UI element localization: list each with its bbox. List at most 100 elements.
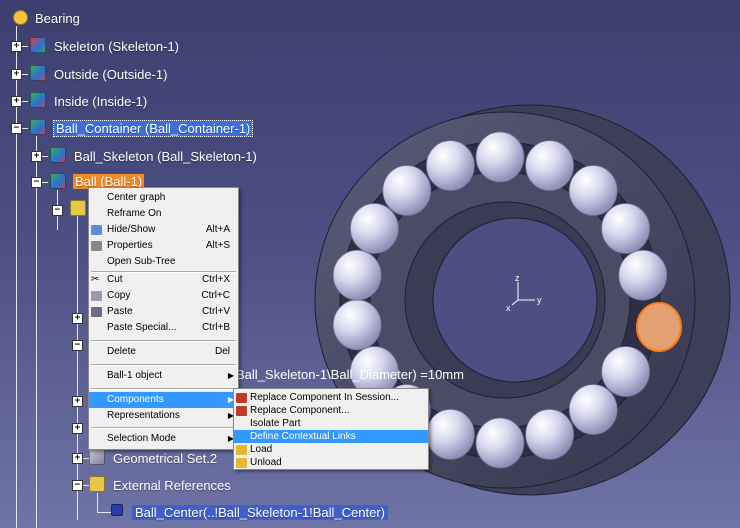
tree-root-bearing[interactable]: Bearing bbox=[35, 11, 80, 26]
menu-shortcut: Ctrl+V bbox=[201, 306, 230, 317]
menu-label: Copy bbox=[107, 290, 131, 301]
external-references-icon[interactable] bbox=[89, 476, 105, 492]
menu-label: Unload bbox=[250, 457, 282, 468]
menu-label: Representations bbox=[107, 410, 180, 421]
load-icon bbox=[236, 445, 247, 455]
product-icon[interactable] bbox=[30, 92, 46, 108]
expand-toggle[interactable]: + bbox=[72, 453, 83, 464]
menu-item-ball-1-object[interactable]: Ball-1 object ▶ bbox=[89, 368, 238, 384]
menu-item-components[interactable]: Components ▶ bbox=[89, 392, 238, 408]
menu-item-copy[interactable]: Copy Ctrl+C bbox=[89, 288, 238, 304]
menu-separator bbox=[91, 340, 236, 342]
bearing-ball[interactable] bbox=[332, 299, 382, 351]
menu-label: Replace Component In Session... bbox=[250, 392, 399, 403]
bearing-ball[interactable] bbox=[475, 417, 525, 469]
tree-item-ball-skeleton[interactable]: Ball_Skeleton (Ball_Skeleton-1) bbox=[74, 149, 257, 164]
3d-viewport[interactable]: z y x Bearing + Skeleton (Skeleton-1) + … bbox=[0, 0, 740, 528]
bearing-ball[interactable] bbox=[525, 408, 574, 460]
bearing-ball[interactable] bbox=[475, 131, 525, 183]
menu-label: Components bbox=[107, 394, 164, 405]
menu-item-isolate-part[interactable]: Isolate Part bbox=[234, 417, 428, 430]
bearing-ball[interactable] bbox=[382, 165, 432, 216]
menu-item-paste-special[interactable]: Paste Special... Ctrl+B bbox=[89, 320, 238, 336]
expand-toggle[interactable]: + bbox=[72, 396, 83, 407]
menu-shortcut: Alt+A bbox=[205, 224, 230, 235]
product-icon[interactable] bbox=[30, 37, 46, 53]
bearing-ball[interactable] bbox=[349, 203, 399, 254]
product-icon[interactable] bbox=[30, 65, 46, 81]
expand-toggle[interactable]: + bbox=[31, 151, 42, 162]
bearing-ball[interactable] bbox=[332, 249, 382, 301]
selected-ball[interactable] bbox=[636, 302, 682, 352]
gear-icon[interactable] bbox=[13, 10, 28, 25]
hide-show-icon bbox=[91, 225, 102, 235]
expand-toggle[interactable]: + bbox=[11, 96, 22, 107]
tree-item-outside[interactable]: Outside (Outside-1) bbox=[54, 67, 167, 82]
product-icon[interactable] bbox=[30, 119, 46, 135]
product-icon[interactable] bbox=[50, 173, 66, 189]
menu-shortcut: Alt+S bbox=[205, 240, 230, 251]
expand-toggle[interactable]: + bbox=[11, 41, 22, 52]
expand-toggle[interactable]: + bbox=[72, 423, 83, 434]
menu-item-reframe-on[interactable]: Reframe On bbox=[89, 206, 238, 222]
collapse-toggle[interactable]: − bbox=[72, 480, 83, 491]
bearing-ball[interactable] bbox=[425, 140, 475, 192]
expand-toggle[interactable]: + bbox=[11, 69, 22, 80]
compass-x-label: x bbox=[506, 303, 511, 313]
collapse-toggle[interactable]: − bbox=[52, 205, 63, 216]
submenu-arrow-icon: ▶ bbox=[227, 371, 234, 380]
collapse-toggle[interactable]: − bbox=[72, 340, 83, 351]
bearing-ball[interactable] bbox=[425, 408, 475, 460]
compass-z-label: z bbox=[515, 273, 520, 283]
tree-item-external-references[interactable]: External References bbox=[113, 478, 231, 493]
point-icon[interactable] bbox=[111, 504, 123, 516]
cut-icon: ✂ bbox=[91, 274, 100, 285]
tree-item-geometrical-set[interactable]: Geometrical Set.2 bbox=[113, 451, 217, 466]
bearing-ball[interactable] bbox=[525, 140, 574, 192]
bearing-ball[interactable] bbox=[618, 249, 668, 301]
menu-label: Delete bbox=[107, 346, 136, 357]
parameter-readout: Ball_Skeleton-1\Ball_Diameter) =10mm bbox=[236, 367, 464, 382]
menu-shortcut: Del bbox=[214, 346, 230, 357]
collapse-toggle[interactable]: − bbox=[11, 123, 22, 134]
part-icon[interactable] bbox=[70, 200, 86, 216]
paste-icon bbox=[91, 307, 102, 317]
geometrical-set-icon[interactable] bbox=[89, 449, 105, 465]
replace-icon bbox=[236, 393, 247, 403]
expand-toggle[interactable]: + bbox=[72, 313, 83, 324]
tree-item-skeleton[interactable]: Skeleton (Skeleton-1) bbox=[54, 39, 179, 54]
bearing-ball[interactable] bbox=[601, 346, 650, 397]
menu-item-replace-component-in-session[interactable]: Replace Component In Session... bbox=[234, 391, 428, 404]
menu-separator bbox=[91, 388, 236, 390]
context-menu: Center graph Reframe On Hide/Show Alt+A P… bbox=[88, 187, 239, 450]
menu-item-paste[interactable]: Paste Ctrl+V bbox=[89, 304, 238, 320]
bearing-ball[interactable] bbox=[568, 384, 618, 435]
replace-icon bbox=[236, 406, 247, 416]
bearing-ball[interactable] bbox=[601, 203, 650, 254]
tree-item-ball-container[interactable]: Ball_Container (Ball_Container-1) bbox=[53, 120, 254, 137]
menu-item-properties[interactable]: Properties Alt+S bbox=[89, 238, 238, 254]
collapse-toggle[interactable]: − bbox=[31, 177, 42, 188]
menu-item-open-sub-tree[interactable]: Open Sub-Tree bbox=[89, 254, 238, 270]
menu-item-hide-show[interactable]: Hide/Show Alt+A bbox=[89, 222, 238, 238]
menu-item-selection-mode[interactable]: Selection Mode ▶ bbox=[89, 431, 238, 447]
menu-item-replace-component[interactable]: Replace Component... bbox=[234, 404, 428, 417]
menu-item-unload[interactable]: Unload bbox=[234, 456, 428, 469]
tree-line bbox=[36, 136, 37, 528]
menu-label: Cut bbox=[107, 274, 123, 285]
menu-item-cut[interactable]: ✂ Cut Ctrl+X bbox=[89, 272, 238, 288]
menu-item-load[interactable]: Load bbox=[234, 443, 428, 456]
components-submenu: Replace Component In Session... Replace … bbox=[233, 388, 429, 470]
tree-item-ball-center[interactable]: Ball_Center(..!Ball_Skeleton-1!Ball_Cent… bbox=[132, 505, 389, 520]
menu-item-center-graph[interactable]: Center graph bbox=[89, 190, 238, 206]
bearing-ball[interactable] bbox=[568, 165, 618, 216]
menu-label: Load bbox=[250, 444, 273, 455]
menu-item-delete[interactable]: Delete Del bbox=[89, 344, 238, 360]
menu-label: Ball-1 object bbox=[107, 370, 163, 381]
product-icon[interactable] bbox=[50, 147, 66, 163]
menu-item-representations[interactable]: Representations ▶ bbox=[89, 408, 238, 424]
menu-item-define-contextual-links[interactable]: Define Contextual Links bbox=[234, 430, 428, 443]
menu-separator bbox=[91, 427, 236, 429]
menu-label: Open Sub-Tree bbox=[107, 256, 176, 267]
tree-item-inside[interactable]: Inside (Inside-1) bbox=[54, 94, 147, 109]
